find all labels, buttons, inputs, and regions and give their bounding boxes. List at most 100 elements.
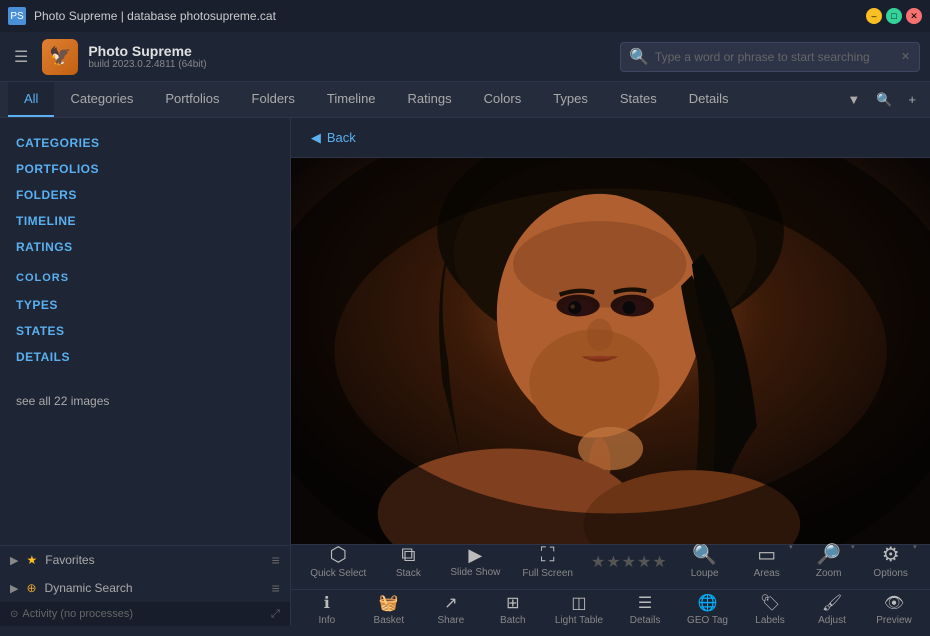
options-button[interactable]: ⚙ Options ▾ <box>861 539 921 585</box>
add-nav-button[interactable]: + <box>902 88 922 111</box>
zoom-button[interactable]: 🔎 Zoom ▾ <box>799 539 859 585</box>
sidebar-item-states[interactable]: STATES <box>16 318 274 344</box>
activity-bar: ⊙ Activity (no processes) ⤢ <box>0 602 290 626</box>
favorites-item[interactable]: ▶ ★ Favorites ≡ <box>0 546 290 574</box>
star-1[interactable]: ★ <box>591 552 605 572</box>
app-name: Photo Supreme <box>88 43 610 59</box>
sidebar-item-ratings[interactable]: RATINGS <box>16 234 274 260</box>
favorites-star-icon: ★ <box>26 553 37 567</box>
options-label: Options <box>873 568 907 579</box>
zoom-label: Zoom <box>816 568 842 579</box>
image-area <box>291 158 930 544</box>
stack-label: Stack <box>396 568 421 579</box>
activity-label: Activity (no processes) <box>22 608 133 620</box>
star-4[interactable]: ★ <box>637 552 651 572</box>
tab-folders[interactable]: Folders <box>236 82 311 117</box>
slideshow-icon: ▶ <box>468 546 482 564</box>
window-controls[interactable]: – □ ✕ <box>866 8 922 24</box>
expand-icon: ▶ <box>10 554 18 567</box>
tab-states[interactable]: States <box>604 82 673 117</box>
labels-icon: 🏷 <box>760 596 780 612</box>
sidebar-item-timeline[interactable]: TIMELINE <box>16 208 274 234</box>
geo-tag-label: GEO Tag <box>687 615 728 626</box>
expand-icon-2: ▶ <box>10 582 18 595</box>
sidebar-content: CATEGORIES PORTFOLIOS FOLDERS TIMELINE R… <box>0 118 290 545</box>
details-label: Details <box>630 615 661 626</box>
areas-arrow-icon: ▾ <box>789 543 793 551</box>
loupe-label: Loupe <box>691 568 719 579</box>
nav-actions: ▼ 🔍 + <box>841 82 922 117</box>
right-panel: ◀ Back <box>291 118 930 626</box>
sidebar-item-types[interactable]: TYPES <box>16 292 274 318</box>
app-logo: 🦅 <box>42 39 78 75</box>
minimize-button[interactable]: – <box>866 8 882 24</box>
star-2[interactable]: ★ <box>606 552 620 572</box>
share-label: Share <box>438 615 465 626</box>
sidebar-item-portfolios[interactable]: PORTFOLIOS <box>16 156 274 182</box>
app-icon: PS <box>8 7 26 25</box>
tab-ratings[interactable]: Ratings <box>392 82 468 117</box>
quick-select-icon: ⬡ <box>330 545 347 565</box>
favorites-menu-icon[interactable]: ≡ <box>272 552 280 568</box>
tab-types[interactable]: Types <box>537 82 604 117</box>
adjust-icon: 🖌 <box>822 596 842 612</box>
favorites-label: Favorites <box>45 553 263 567</box>
main-layout: CATEGORIES PORTFOLIOS FOLDERS TIMELINE R… <box>0 118 930 626</box>
tab-categories[interactable]: Categories <box>54 82 149 117</box>
sidebar-item-details[interactable]: DETAILS <box>16 344 274 370</box>
tab-details[interactable]: Details <box>673 82 745 117</box>
maximize-button[interactable]: □ <box>886 8 902 24</box>
tab-colors[interactable]: Colors <box>468 82 538 117</box>
quick-select-button[interactable]: ⬡ Quick Select <box>300 539 376 585</box>
app-info: Photo Supreme build 2023.0.2.4811 (64bit… <box>88 43 610 70</box>
share-icon: ↗ <box>444 596 457 612</box>
sidebar-item-categories[interactable]: CATEGORIES <box>16 130 274 156</box>
slideshow-label: Slide Show <box>450 567 500 578</box>
stack-icon: ⧉ <box>401 545 415 565</box>
back-button[interactable]: ◀ Back <box>301 126 366 150</box>
nav-tabs: All Categories Portfolios Folders Timeli… <box>0 82 930 118</box>
zoom-arrow-icon: ▾ <box>851 543 855 551</box>
info-icon: ℹ <box>324 596 330 612</box>
dynamic-search-icon: ⊕ <box>26 581 36 595</box>
adjust-label: Adjust <box>818 615 846 626</box>
areas-button[interactable]: ▭ Areas ▾ <box>737 539 797 585</box>
geo-tag-icon: 🌐 <box>698 596 718 612</box>
titlebar: PS Photo Supreme | database photosupreme… <box>0 0 930 32</box>
star-5[interactable]: ★ <box>652 552 666 572</box>
slideshow-button[interactable]: ▶ Slide Show <box>440 540 510 584</box>
sidebar-colors-divider: COLORS <box>16 272 274 284</box>
star-3[interactable]: ★ <box>622 552 636 572</box>
back-arrow-icon: ◀ <box>311 130 321 146</box>
fullscreen-button[interactable]: ⛶ Full Screen <box>512 539 583 585</box>
stack-button[interactable]: ⧉ Stack <box>378 539 438 585</box>
tab-timeline[interactable]: Timeline <box>311 82 392 117</box>
toolbar-bottom-row: ℹ Info 🧺 Basket ↗ Share ⊞ Batch ◫ Lig <box>291 589 930 636</box>
sidebar-item-folders[interactable]: FOLDERS <box>16 182 274 208</box>
dynamic-search-menu-icon[interactable]: ≡ <box>272 580 280 596</box>
activity-expand-icon[interactable]: ⤢ <box>271 608 280 621</box>
loupe-icon: 🔍 <box>692 545 717 565</box>
sidebar: CATEGORIES PORTFOLIOS FOLDERS TIMELINE R… <box>0 118 291 626</box>
search-clear-icon[interactable]: ✕ <box>901 50 910 63</box>
basket-icon: 🧺 <box>379 596 399 612</box>
close-button[interactable]: ✕ <box>906 8 922 24</box>
hamburger-button[interactable]: ☰ <box>10 43 32 71</box>
search-input[interactable] <box>655 50 895 64</box>
filter-icon-button[interactable]: ▼ <box>841 88 866 111</box>
titlebar-title: Photo Supreme | database photosupreme.ca… <box>34 9 858 23</box>
toolbar: ⬡ Quick Select ⧉ Stack ▶ Slide Show ⛶ Fu… <box>291 544 930 626</box>
labels-label: Labels <box>755 615 784 626</box>
search-bar[interactable]: 🔍 ✕ <box>620 42 920 72</box>
see-all-images[interactable]: see all 22 images <box>16 390 274 412</box>
details-icon: ☰ <box>638 596 652 612</box>
tab-portfolios[interactable]: Portfolios <box>149 82 235 117</box>
loupe-button[interactable]: 🔍 Loupe <box>675 539 735 585</box>
tab-all[interactable]: All <box>8 82 54 117</box>
dynamic-search-item[interactable]: ▶ ⊕ Dynamic Search ≡ <box>0 574 290 602</box>
star-rating[interactable]: ★ ★ ★ ★ ★ <box>585 550 673 574</box>
search-nav-button[interactable]: 🔍 <box>870 88 898 112</box>
app-build: build 2023.0.2.4811 (64bit) <box>88 59 610 70</box>
main-image <box>291 158 930 544</box>
options-arrow-icon: ▾ <box>913 543 917 551</box>
